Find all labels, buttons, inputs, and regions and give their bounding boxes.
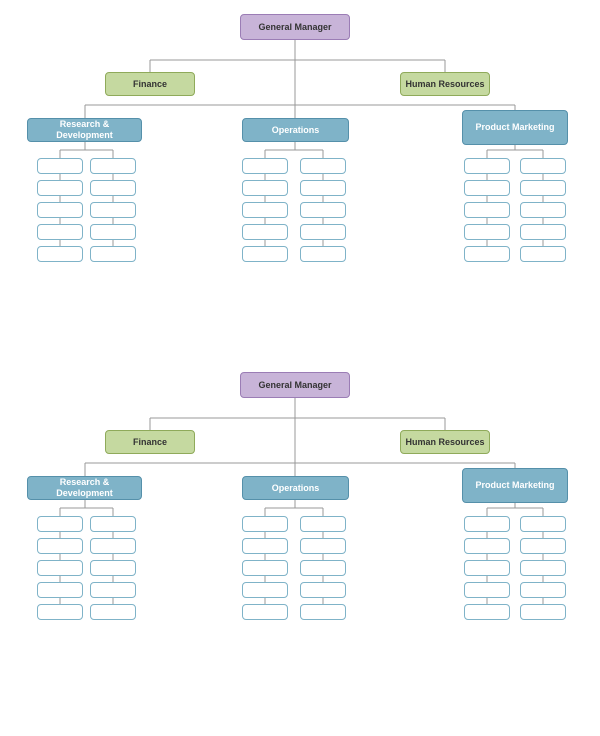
ops-c1-r1 [242,158,288,174]
rd-c2-r4 [90,224,136,240]
rd2-c1-r1 [37,516,83,532]
pm-c2-r2 [520,180,566,196]
pm2-c2-r4 [520,582,566,598]
pm2-c1-r2 [464,538,510,554]
ops2-c2-r1 [300,516,346,532]
ops-c2-r5 [300,246,346,262]
rd2-c2-r2 [90,538,136,554]
rd-c1-r5 [37,246,83,262]
ops-c1-r4 [242,224,288,240]
rd2-c2-r4 [90,582,136,598]
ops2-c2-r2 [300,538,346,554]
hr-box-2: Human Resources [400,430,490,454]
rd2-c1-r3 [37,560,83,576]
ops2-c1-r4 [242,582,288,598]
ops2-c2-r3 [300,560,346,576]
page: General Manager Finance Human Resources … [0,0,600,736]
pm2-c1-r1 [464,516,510,532]
rd-c2-r5 [90,246,136,262]
ops2-c1-r3 [242,560,288,576]
finance-box-1: Finance [105,72,195,96]
finance-box-2: Finance [105,430,195,454]
ops2-c1-r2 [242,538,288,554]
pm-box-1: Product Marketing [462,110,568,145]
pm2-c2-r3 [520,560,566,576]
org-chart-2: General Manager Finance Human Resources … [5,368,595,708]
pm-c2-r1 [520,158,566,174]
ops-c1-r5 [242,246,288,262]
rd-c2-r1 [90,158,136,174]
general-manager-box-2: General Manager [240,372,350,398]
ops-box-1: Operations [242,118,349,142]
ops2-c2-r5 [300,604,346,620]
pm-c2-r4 [520,224,566,240]
hr-box-1: Human Resources [400,72,490,96]
rd-c1-r2 [37,180,83,196]
ops2-c1-r1 [242,516,288,532]
ops-c2-r3 [300,202,346,218]
rd2-c2-r5 [90,604,136,620]
pm2-c1-r3 [464,560,510,576]
pm2-c2-r2 [520,538,566,554]
rd2-c1-r5 [37,604,83,620]
pm2-c1-r4 [464,582,510,598]
ops-c1-r3 [242,202,288,218]
rd-c1-r3 [37,202,83,218]
pm-c1-r4 [464,224,510,240]
pm2-c2-r1 [520,516,566,532]
pm-c2-r5 [520,246,566,262]
general-manager-box-1: General Manager [240,14,350,40]
rd2-c2-r1 [90,516,136,532]
rd-c1-r1 [37,158,83,174]
ops2-c2-r4 [300,582,346,598]
pm-c1-r5 [464,246,510,262]
pm2-c1-r5 [464,604,510,620]
rd-c2-r3 [90,202,136,218]
rd2-c2-r3 [90,560,136,576]
rd-c2-r2 [90,180,136,196]
ops-box-2: Operations [242,476,349,500]
ops-c2-r1 [300,158,346,174]
org-chart-1: General Manager Finance Human Resources … [5,10,595,350]
ops2-c1-r5 [242,604,288,620]
rd-c1-r4 [37,224,83,240]
ops-c2-r2 [300,180,346,196]
rd-box-2: Research & Development [27,476,142,500]
pm-c1-r1 [464,158,510,174]
rd-box-1: Research & Development [27,118,142,142]
rd2-c1-r2 [37,538,83,554]
pm-c1-r3 [464,202,510,218]
pm-box-2: Product Marketing [462,468,568,503]
pm-c1-r2 [464,180,510,196]
pm-c2-r3 [520,202,566,218]
ops-c2-r4 [300,224,346,240]
rd2-c1-r4 [37,582,83,598]
pm2-c2-r5 [520,604,566,620]
ops-c1-r2 [242,180,288,196]
